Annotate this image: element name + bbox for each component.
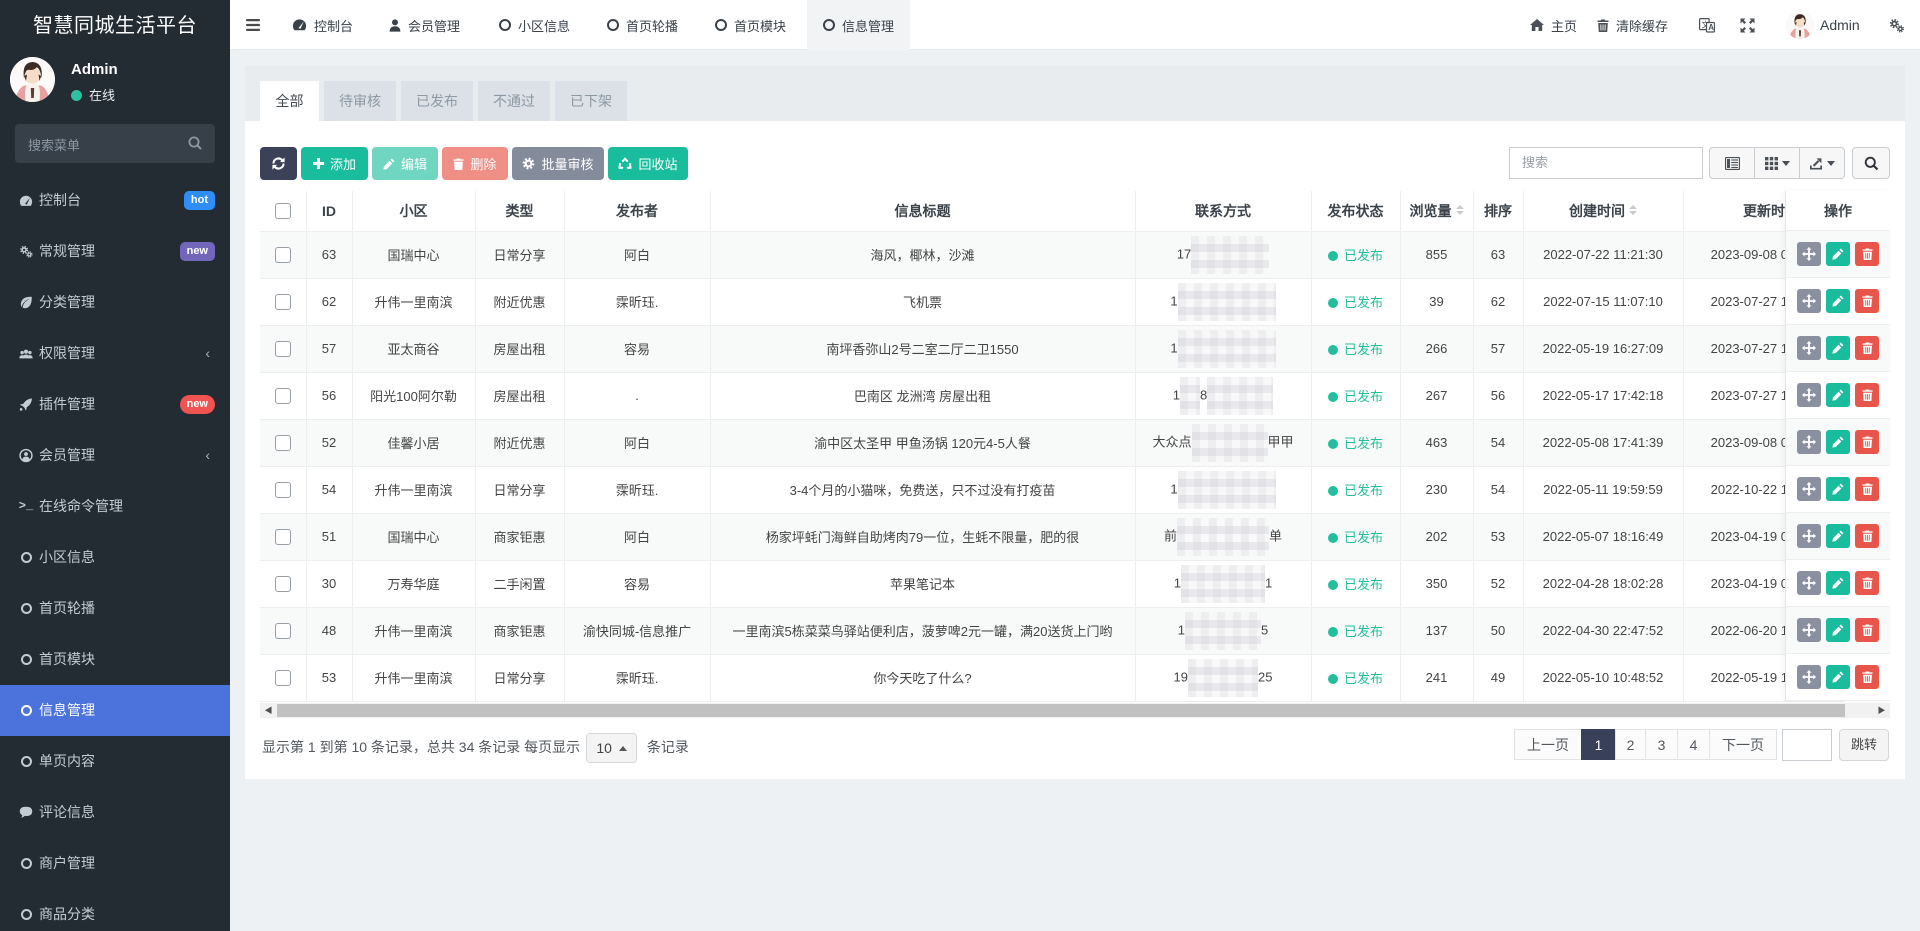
svg-text:A: A: [1708, 23, 1714, 32]
